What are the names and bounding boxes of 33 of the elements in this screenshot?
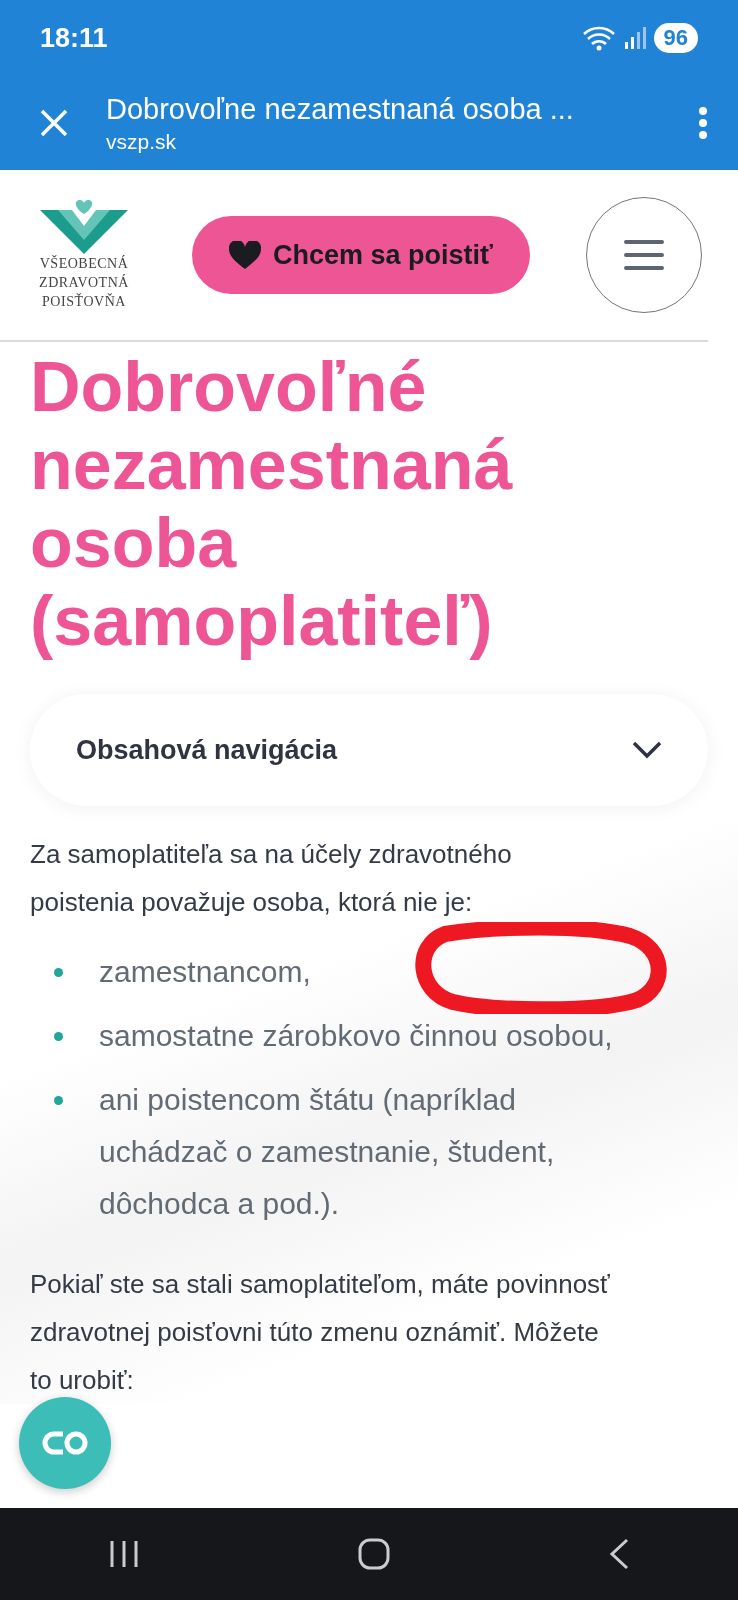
page-url: vszp.sk: [106, 129, 177, 154]
home-icon[interactable]: [358, 1538, 390, 1570]
logo-text: ZDRAVOTNÁ: [39, 273, 129, 292]
bullet-dot: [54, 1096, 63, 1105]
page-title: Dobrovoľne nezamestnaná osoba ...: [106, 92, 575, 126]
logo-text: POISŤOVŇA: [42, 292, 126, 311]
list-item-text: zamestnancom,: [99, 954, 311, 990]
bullet-dot: [54, 968, 63, 977]
content-navigation[interactable]: Obsahová navigácia: [30, 694, 708, 806]
back-icon[interactable]: [608, 1538, 629, 1570]
intro-text: Za samoplatiteľa sa na účely zdravotného poistenia považuje osoba, ktorá nie je:: [30, 838, 513, 919]
list-item-text: ani poistencom štátu (napríklad uchádzač o zamestnanie, študent, dôchodca a pod.).: [99, 1082, 556, 1222]
logo-icon: [40, 199, 128, 254]
heart-icon: [229, 241, 261, 269]
chevron-icon: [632, 741, 662, 759]
chat-icon: [41, 1430, 89, 1456]
bullet-dot: [54, 1032, 63, 1041]
status-time: 18:11: [40, 22, 108, 54]
close-icon[interactable]: [40, 109, 68, 137]
page-heading-line: osoba: [30, 504, 238, 582]
menu-icon: [624, 239, 664, 271]
wifi-icon: [581, 25, 616, 51]
paragraph-text: Pokiaľ ste sa stali samoplatiteľom, máte povinnosť zdravotnej poisťovni túto zmenu oznámiť. Môžete to urobiť:: [30, 1268, 611, 1397]
logo-text: VŠEOBECNÁ: [39, 254, 129, 273]
page-heading-line: (samoplatiteľ): [30, 582, 494, 660]
list-item-text: samostatne zárobkovo činnou osobou,: [99, 1018, 613, 1054]
page-heading-line: nezamestnaná: [30, 426, 514, 504]
recent-apps-icon[interactable]: [109, 1539, 140, 1569]
insure-button[interactable]: Chcem sa poistiť: [192, 216, 530, 294]
page-heading-line: Dobrovoľné: [30, 348, 428, 426]
more-icon[interactable]: [698, 106, 708, 140]
battery-level: 96: [653, 23, 698, 53]
signal-icon: [623, 26, 646, 50]
